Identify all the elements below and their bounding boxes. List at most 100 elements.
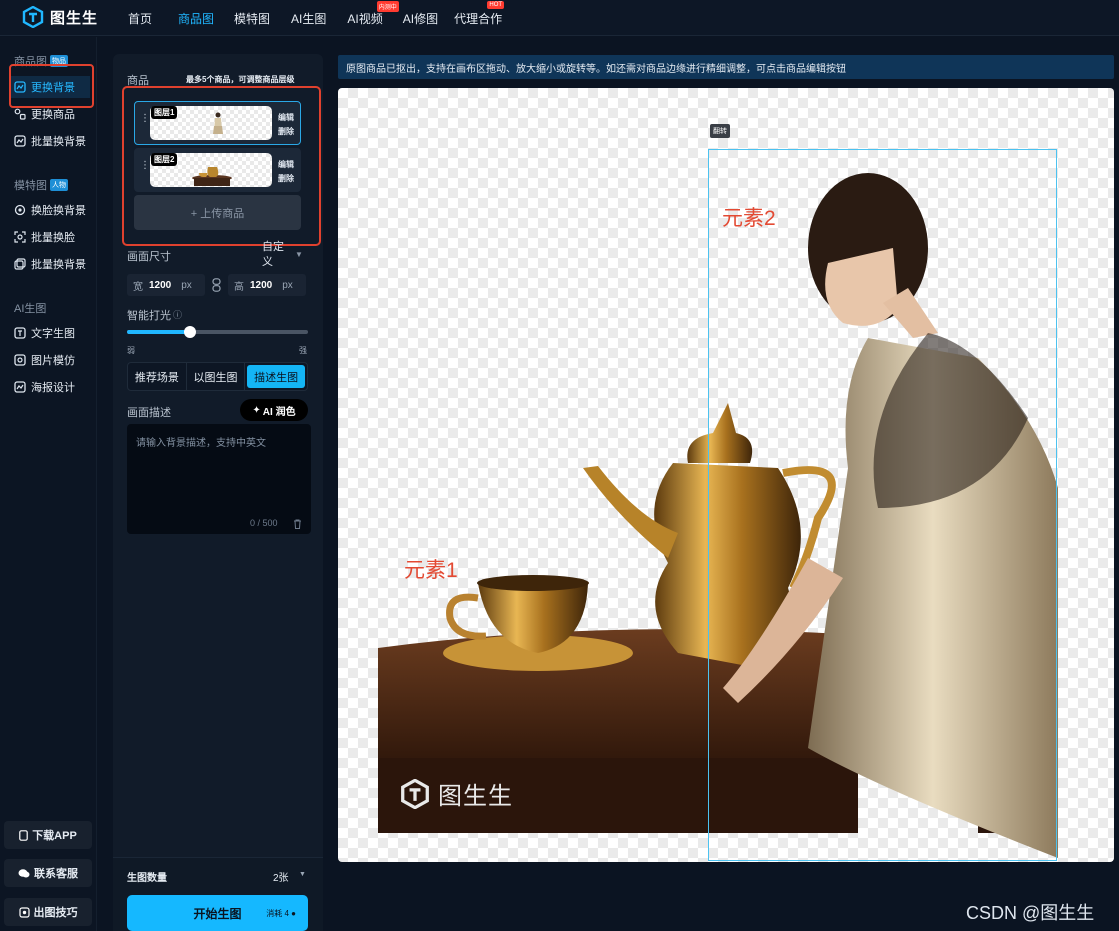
chevron-down-icon[interactable]: ▼: [295, 250, 303, 259]
section-title: 模特图: [14, 180, 47, 192]
sidebar-item-label: 换脸换背景: [31, 205, 86, 217]
sidebar-item-image-imitate[interactable]: 图片模仿: [12, 349, 92, 371]
start-generate-button[interactable]: 开始生图 消耗 4 ●: [127, 895, 308, 931]
sidebar-item-batch-face[interactable]: 批量换脸: [12, 226, 92, 248]
sidebar-item-label: 批量换背景: [31, 259, 86, 271]
batch-image-icon: [14, 135, 26, 147]
section-title: AI生图: [14, 303, 47, 315]
count-select[interactable]: 2张: [273, 869, 289, 884]
width-field[interactable]: 宽 1200 px: [127, 274, 205, 296]
element-1-label: 元素1: [404, 559, 458, 582]
width-unit: px: [181, 279, 192, 291]
lighting-min-label: 弱: [127, 346, 135, 355]
nav-product-image[interactable]: 商品图: [178, 10, 214, 27]
nav-agency-label: 代理合作: [454, 11, 503, 26]
tab-recommended-scene[interactable]: 推荐场景: [128, 363, 187, 390]
nav-ai-retouch[interactable]: AI修图: [403, 10, 438, 27]
nav-ai-video[interactable]: AI视频 内测中: [347, 0, 399, 27]
watermark-logo-icon: [401, 778, 429, 809]
layers-image-icon: [14, 258, 26, 270]
width-value: 1200: [149, 279, 172, 291]
tips-button[interactable]: 出图技巧: [4, 898, 92, 926]
annotation-highlight-sidebar: [9, 64, 94, 108]
tips-label: 出图技巧: [33, 907, 78, 919]
sidebar-item-label: 图片模仿: [31, 355, 75, 367]
flip-button[interactable]: 翻转: [710, 124, 730, 138]
sidebar-item-face-background[interactable]: 换脸换背景: [12, 199, 92, 221]
sidebar-item-label: 批量换脸: [31, 232, 75, 244]
link-icon[interactable]: [212, 278, 221, 292]
description-counter: 0 / 500: [250, 518, 278, 528]
face-scan-icon: [14, 231, 26, 243]
canvas-size-select[interactable]: 自定义: [262, 240, 292, 270]
section-tag: 人物: [50, 179, 68, 191]
tab-describe-to-image[interactable]: 描述生图: [247, 365, 306, 388]
app-name: 图生生: [50, 9, 99, 27]
sidebar-section-model: 模特图 人物: [14, 177, 68, 193]
sidebar-item-label: 批量换背景: [31, 136, 86, 148]
selection-box[interactable]: [708, 149, 1057, 861]
sidebar-item-model-batch-background[interactable]: 批量换背景: [12, 253, 92, 275]
logo-icon: [22, 6, 44, 28]
description-label: 画面描述: [127, 407, 171, 419]
chat-icon: [18, 868, 30, 877]
height-value: 1200: [250, 279, 273, 291]
products-hint: 最多5个商品，可调整商品层级: [186, 75, 295, 84]
nav-ai-video-label: AI视频: [347, 11, 383, 26]
sidebar-item-batch-background[interactable]: 批量换背景: [12, 130, 92, 152]
poster-icon: [14, 381, 26, 393]
sparkle-icon: ✦: [252, 404, 261, 416]
csdn-watermark: CSDN @图生生: [966, 903, 1095, 923]
sidebar-section-ai: AI生图: [14, 300, 46, 316]
generate-label: 开始生图: [193, 906, 242, 921]
sidebar-item-label: 文字生图: [31, 328, 75, 340]
cost-text: 消耗 4: [266, 908, 289, 918]
trash-icon[interactable]: [293, 519, 302, 529]
chevron-down-icon[interactable]: ▼: [299, 871, 306, 878]
contact-support-button[interactable]: 联系客服: [4, 859, 92, 887]
height-label: 高: [234, 281, 244, 293]
canvas-watermark: 图生生: [400, 776, 513, 811]
width-label: 宽: [133, 281, 143, 293]
count-label: 生图数量: [127, 873, 167, 884]
lighting-label: 智能打光: [127, 310, 171, 322]
sidebar-item-poster-design[interactable]: 海报设计: [12, 376, 92, 398]
beta-badge: 内测中: [376, 0, 399, 12]
editing-canvas[interactable]: 元素1 元素2 翻转 图生生: [338, 88, 1114, 862]
app-logo[interactable]: 图生生: [22, 6, 98, 28]
phone-icon: [19, 829, 28, 841]
tips-icon: [18, 906, 30, 918]
lighting-slider[interactable]: [127, 326, 308, 338]
nav-model-image[interactable]: 模特图: [234, 10, 270, 27]
height-field[interactable]: 高 1200 px: [228, 274, 306, 296]
main-nav: 首页 商品图 模特图 AI生图 AI视频 内测中 AI修图 代理合作 HOT: [128, 0, 505, 36]
download-app-button[interactable]: 下载APP: [4, 821, 92, 849]
text-image-icon: [14, 327, 26, 339]
sidebar-item-text-to-image[interactable]: 文字生图: [12, 322, 92, 344]
download-app-label: 下载APP: [32, 830, 77, 842]
generate-cost: 消耗 4 ●: [266, 908, 296, 919]
mode-tabs: 推荐场景 以图生图 描述生图: [127, 362, 308, 391]
sidebar-item-label: 海报设计: [31, 382, 75, 394]
annotation-highlight-layers: [122, 86, 321, 246]
sidebar-item-label: 更换商品: [31, 109, 75, 121]
image-copy-icon: [14, 354, 26, 366]
watermark-text: 图生生: [438, 783, 513, 810]
face-swap-icon: [14, 204, 26, 216]
hot-badge: HOT: [487, 0, 505, 9]
slider-fill: [127, 330, 191, 334]
top-nav-bar: 图生生 首页 商品图 模特图 AI生图 AI视频 内测中 AI修图 代理合作 H…: [0, 0, 1119, 36]
ai-polish-button[interactable]: ✦ AI 润色: [240, 399, 308, 421]
tab-image-to-image[interactable]: 以图生图: [187, 363, 246, 390]
lighting-max-label: 强: [299, 346, 307, 355]
nav-agency[interactable]: 代理合作 HOT: [454, 0, 505, 27]
nav-ai-image[interactable]: AI生图: [291, 10, 326, 27]
description-input[interactable]: [127, 424, 311, 534]
nav-home[interactable]: 首页: [128, 10, 152, 27]
height-unit: px: [282, 279, 293, 291]
coin-icon: ●: [291, 908, 296, 918]
product-swap-icon: [14, 108, 26, 120]
info-icon[interactable]: ⓘ: [173, 308, 182, 321]
contact-support-label: 联系客服: [34, 868, 78, 880]
info-banner: 原图商品已抠出，支持在画布区拖动、放大缩小或旋转等。如还需对商品边缘进行精细调整…: [338, 55, 1114, 79]
